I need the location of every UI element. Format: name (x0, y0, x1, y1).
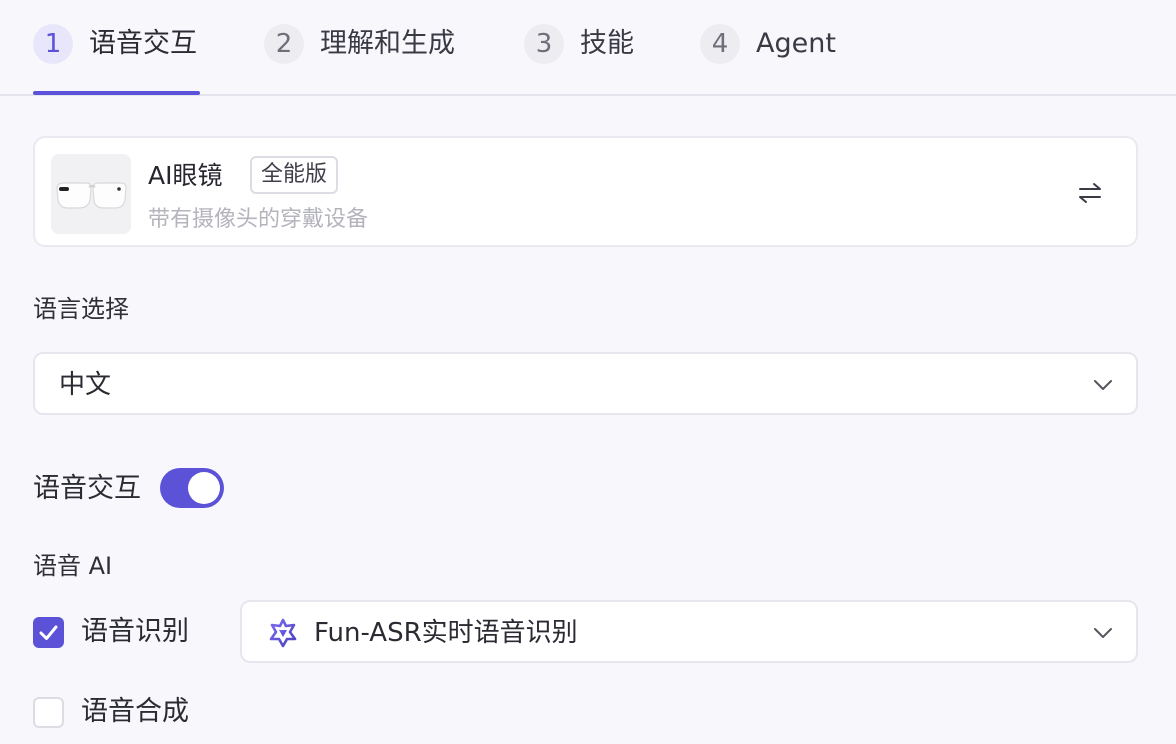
tab-label: 技能 (580, 28, 634, 59)
tab-understanding-generation[interactable]: 2 理解和生成 (264, 24, 455, 96)
glasses-icon (51, 154, 131, 234)
asr-checkbox[interactable] (33, 617, 64, 648)
device-card[interactable]: AI眼镜 全能版 带有摄像头的穿戴设备 (33, 136, 1138, 247)
tab-skills[interactable]: 3 技能 (524, 24, 634, 96)
toggle-knob (188, 472, 220, 504)
language-value: 中文 (59, 370, 112, 400)
asr-model-value: Fun-ASR实时语音识别 (314, 618, 578, 648)
voice-interaction-toggle[interactable] (160, 468, 224, 508)
edition-badge: 全能版 (250, 156, 339, 194)
step-tabs: 1 语音交互 2 理解和生成 3 技能 4 Agent (0, 0, 1176, 96)
device-description: 带有摄像头的穿戴设备 (148, 207, 369, 232)
chevron-down-icon (1094, 380, 1112, 390)
tab-number: 2 (264, 24, 304, 64)
tts-checkbox[interactable] (33, 697, 64, 728)
chevron-down-icon (1094, 628, 1112, 638)
swap-arrows-icon[interactable] (1075, 178, 1105, 208)
model-logo-icon (269, 618, 297, 648)
tab-label: Agent (756, 28, 836, 59)
language-label: 语言选择 (33, 295, 129, 323)
voice-ai-label: 语音 AI (33, 552, 113, 580)
asr-model-select[interactable]: Fun-ASR实时语音识别 (240, 600, 1138, 663)
tab-number: 1 (33, 24, 73, 64)
tab-label: 语音交互 (89, 28, 197, 59)
language-select[interactable]: 中文 (33, 352, 1138, 415)
asr-label: 语音识别 (81, 616, 189, 647)
tab-agent[interactable]: 4 Agent (700, 24, 836, 96)
tts-label: 语音合成 (81, 696, 189, 727)
tab-number: 3 (524, 24, 564, 64)
tab-voice-interaction[interactable]: 1 语音交互 (33, 24, 197, 96)
check-icon (39, 625, 58, 640)
device-name: AI眼镜 (148, 161, 223, 190)
tab-label: 理解和生成 (320, 28, 455, 59)
voice-interaction-label: 语音交互 (33, 473, 141, 504)
ai-glasses-image (51, 154, 131, 234)
active-tab-indicator (33, 91, 200, 95)
tab-number: 4 (700, 24, 740, 64)
